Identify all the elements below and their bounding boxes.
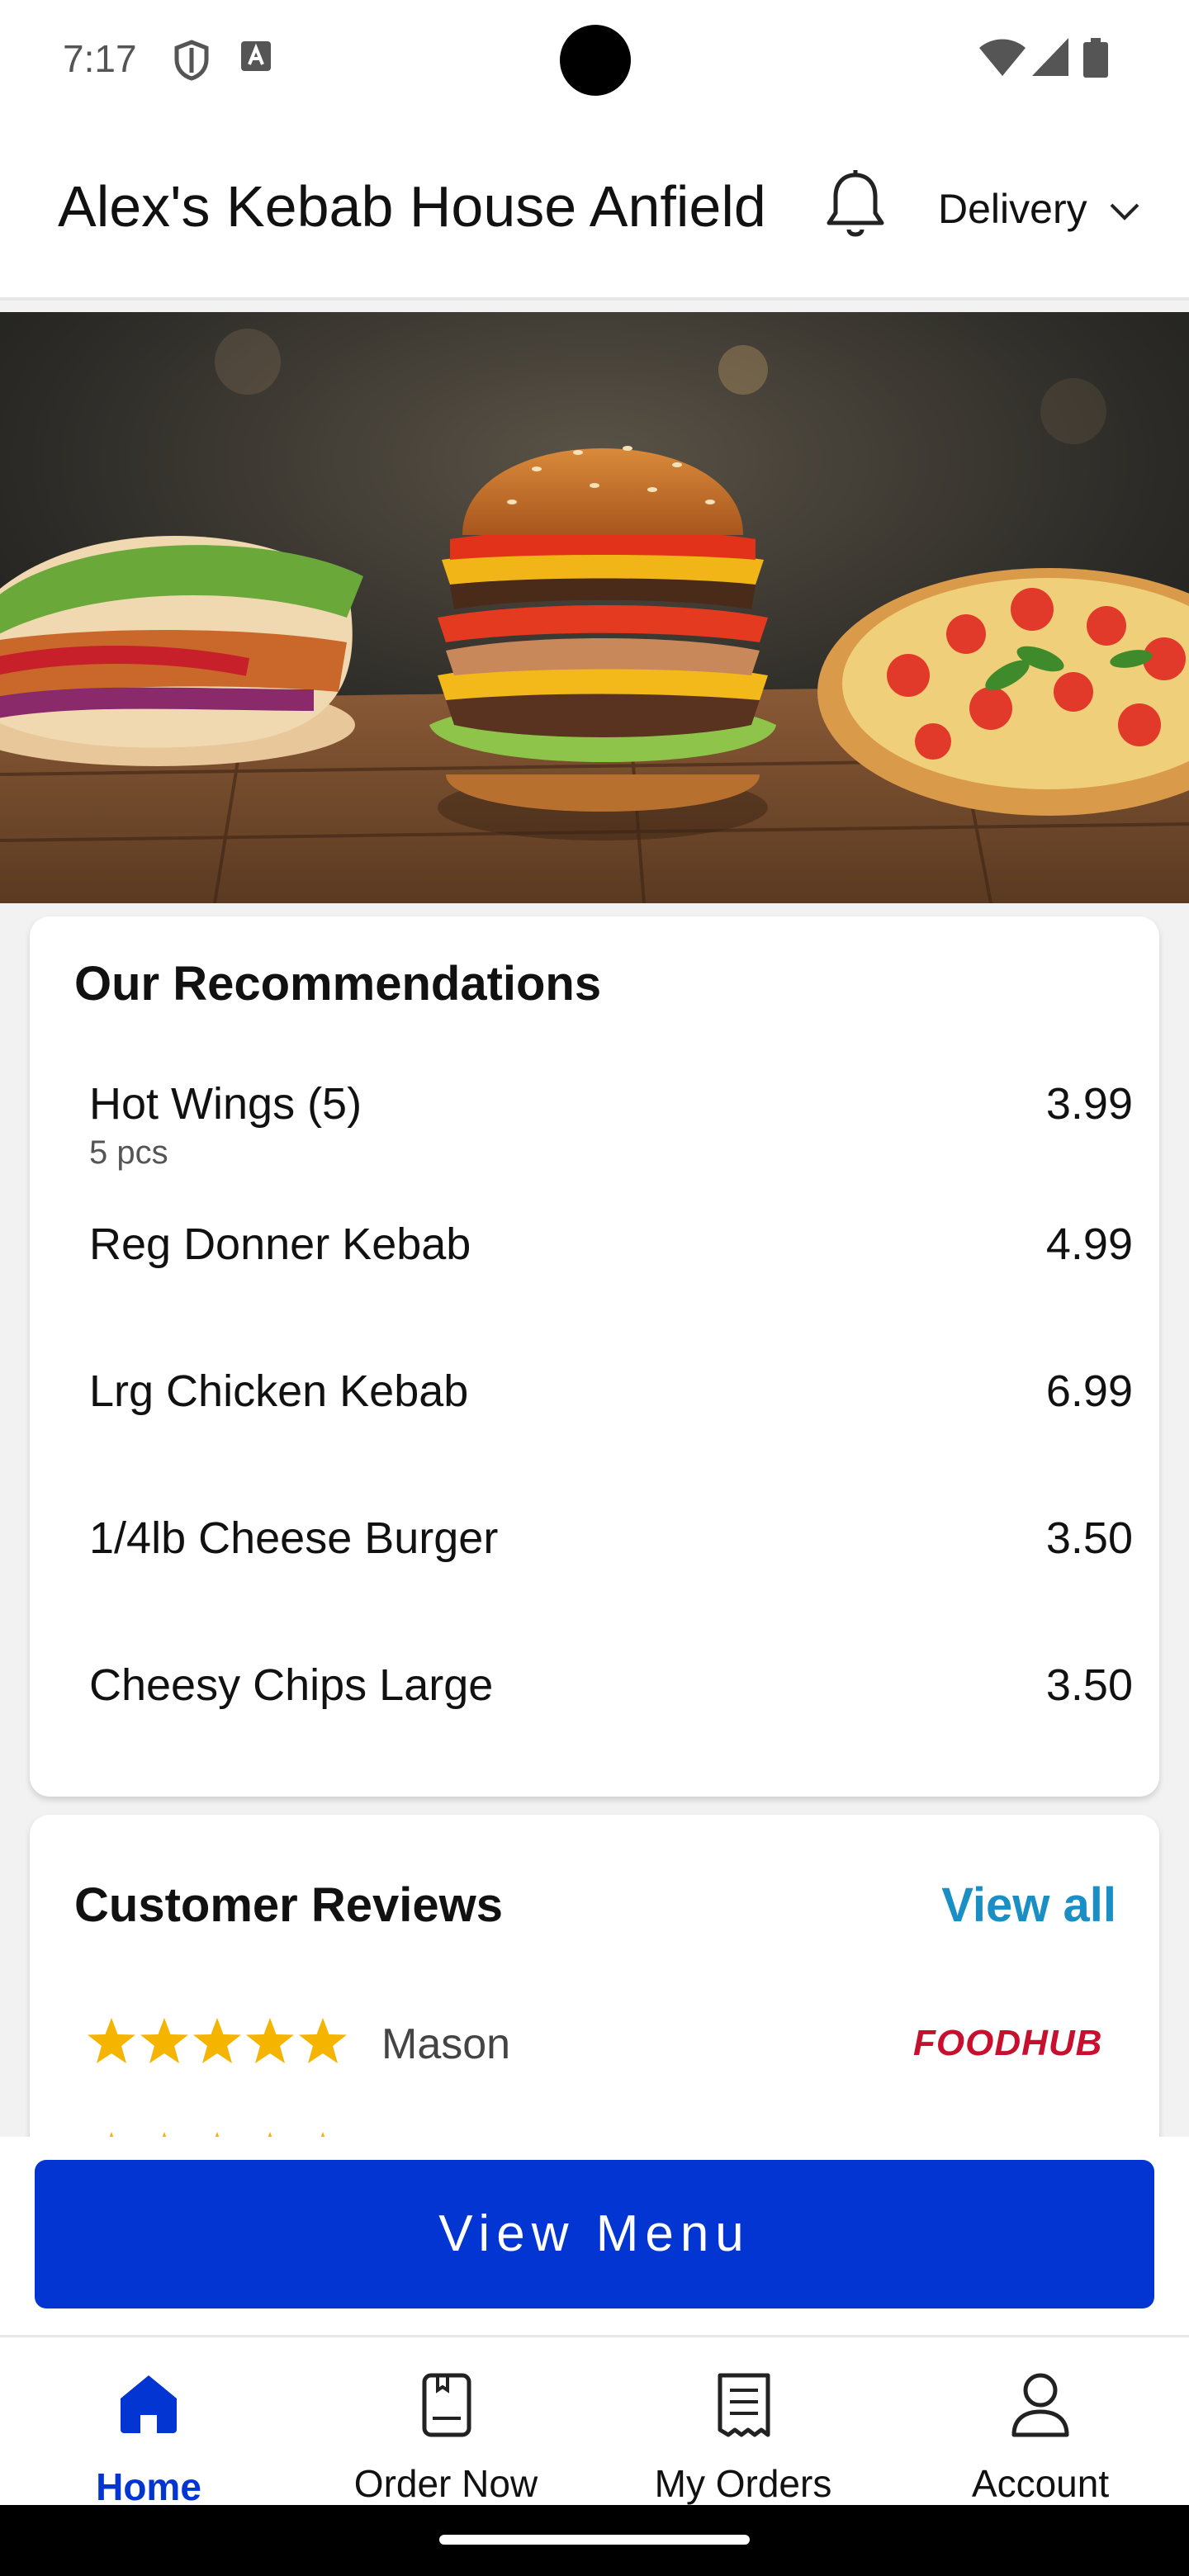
- nav-order-now[interactable]: Order Now: [297, 2337, 594, 2507]
- item-name: Hot Wings (5): [89, 1079, 362, 1129]
- item-quantity: 5 pcs: [89, 1134, 168, 1171]
- status-bar: 7:17: [0, 0, 1189, 116]
- recommendations-title: Our Recommendations: [74, 957, 602, 1011]
- item-name: 1/4lb Cheese Burger: [89, 1513, 499, 1563]
- notification-bell-icon[interactable]: [822, 168, 888, 247]
- item-price: 3.50: [1045, 1660, 1133, 1710]
- reviewer-name: Mason: [381, 2020, 511, 2068]
- nav-my-orders[interactable]: My Orders: [594, 2337, 892, 2507]
- item-name: Cheesy Chips Large: [89, 1660, 494, 1710]
- recommendation-item[interactable]: Lrg Chicken Kebab 6.99: [89, 1366, 1133, 1465]
- signal-icon: [1032, 38, 1068, 80]
- home-gesture-handle[interactable]: [439, 2535, 750, 2545]
- delivery-mode-selector[interactable]: Delivery: [938, 185, 1087, 233]
- wifi-icon: [979, 38, 1026, 80]
- bottom-navigation: Home Order Now My Orders Account: [0, 2335, 1189, 2508]
- account-icon: [1011, 2372, 1070, 2442]
- recommendation-item[interactable]: 1/4lb Cheese Burger 3.50: [89, 1513, 1133, 1612]
- recommendation-item[interactable]: Cheesy Chips Large 3.50: [89, 1660, 1133, 1759]
- nav-account[interactable]: Account: [892, 2337, 1189, 2507]
- recommendation-item[interactable]: Reg Donner Kebab 4.99: [89, 1219, 1133, 1318]
- nav-label: My Orders: [654, 2462, 832, 2505]
- hero-food-image: [0, 312, 1189, 903]
- item-price: 6.99: [1045, 1366, 1133, 1416]
- nav-label: Home: [96, 2465, 201, 2508]
- recommendation-item[interactable]: Hot Wings (5) 5 pcs 3.99: [89, 1078, 1133, 1177]
- shield-icon: [173, 40, 210, 85]
- nav-label: Account: [971, 2462, 1110, 2505]
- camera-cutout: [560, 25, 631, 96]
- recommendations-card: Our Recommendations Hot Wings (5) 5 pcs …: [30, 916, 1159, 1797]
- receipt-icon: [717, 2372, 771, 2442]
- status-time: 7:17: [63, 37, 137, 80]
- text-app-icon: [239, 40, 272, 77]
- item-price: 3.50: [1045, 1513, 1133, 1563]
- nav-home[interactable]: Home: [0, 2337, 297, 2508]
- item-name: Lrg Chicken Kebab: [89, 1366, 469, 1416]
- system-gesture-area: [0, 2505, 1189, 2576]
- chevron-down-icon[interactable]: [1108, 201, 1141, 227]
- nav-label: Order Now: [353, 2462, 538, 2505]
- battery-icon: [1083, 38, 1108, 82]
- item-price: 4.99: [1045, 1219, 1133, 1269]
- view-menu-button[interactable]: View Menu: [35, 2160, 1154, 2308]
- view-menu-bar: View Menu: [0, 2137, 1189, 2335]
- rating-stars: [86, 2016, 350, 2072]
- home-icon: [117, 2372, 180, 2439]
- item-name: Reg Donner Kebab: [89, 1219, 471, 1269]
- foodhub-logo: FOODHUB: [913, 2023, 1103, 2063]
- app-header: Alex's Kebab House Anfield Delivery: [0, 116, 1189, 301]
- restaurant-title: Alex's Kebab House Anfield: [58, 174, 766, 239]
- view-all-reviews-link[interactable]: View all: [941, 1878, 1116, 1933]
- order-icon: [421, 2372, 472, 2442]
- reviews-title: Customer Reviews: [74, 1878, 503, 1932]
- item-price: 3.99: [1045, 1079, 1133, 1129]
